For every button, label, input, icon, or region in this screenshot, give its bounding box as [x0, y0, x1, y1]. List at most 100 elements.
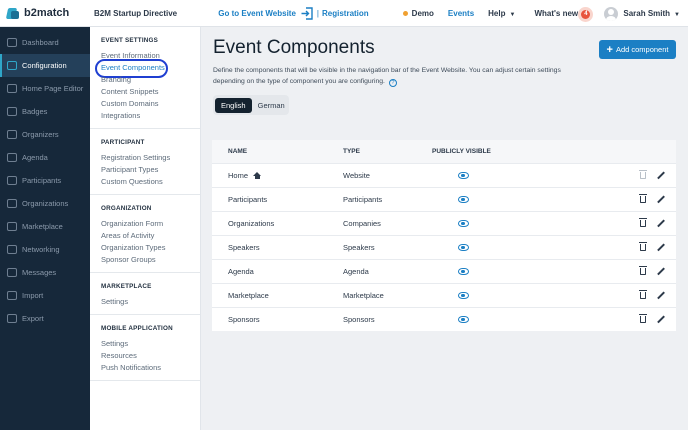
- settings-link-custom-questions[interactable]: Custom Questions: [101, 176, 200, 188]
- sidebar-item-participants[interactable]: Participants: [0, 169, 90, 192]
- component-type: Participants: [343, 195, 432, 204]
- networking-icon: [7, 245, 17, 254]
- whats-new-label: What's new: [534, 9, 578, 18]
- settings-link-areas-of-activity[interactable]: Areas of Activity: [101, 230, 200, 242]
- sidebar-item-badges[interactable]: Badges: [0, 100, 90, 123]
- pencil-icon[interactable]: [657, 196, 665, 204]
- sidebar-item-label: Marketplace: [22, 222, 63, 231]
- login-arrow-icon[interactable]: [301, 7, 314, 20]
- component-type: Sponsors: [343, 315, 432, 324]
- sidebar-item-networking[interactable]: Networking: [0, 238, 90, 261]
- component-type: Companies: [343, 219, 432, 228]
- eye-icon[interactable]: [458, 172, 469, 179]
- settings-link-marketplace-settings[interactable]: Settings: [101, 296, 200, 308]
- sidebar-item-import[interactable]: Import: [0, 284, 90, 307]
- table-row: Sponsors Sponsors: [212, 307, 676, 331]
- sidebar-item-label: Networking: [22, 245, 60, 254]
- trash-icon[interactable]: [640, 292, 646, 299]
- language-tab-german[interactable]: German: [252, 98, 291, 113]
- component-type: Website: [343, 171, 432, 180]
- settings-link-push-notifications[interactable]: Push Notifications: [101, 362, 200, 374]
- sidebar-item-home-page-editor[interactable]: Home Page Editor: [0, 77, 90, 100]
- events-link[interactable]: Events: [448, 9, 474, 18]
- help-icon[interactable]: ?: [389, 79, 397, 87]
- table-row: Participants Participants: [212, 187, 676, 211]
- settings-link-organization-form[interactable]: Organization Form: [101, 218, 200, 230]
- pencil-icon[interactable]: [657, 244, 665, 252]
- settings-link-organization-types[interactable]: Organization Types: [101, 242, 200, 254]
- sidebar-item-marketplace[interactable]: Marketplace: [0, 215, 90, 238]
- settings-link-registration-settings[interactable]: Registration Settings: [101, 152, 200, 164]
- sidebar: Dashboard Configuration Home Page Editor…: [0, 27, 90, 430]
- settings-link-resources[interactable]: Resources: [101, 350, 200, 362]
- eye-icon[interactable]: [458, 220, 469, 227]
- logo[interactable]: b2match: [0, 7, 90, 20]
- sidebar-item-messages[interactable]: Messages: [0, 261, 90, 284]
- export-icon: [7, 314, 17, 323]
- component-type: Marketplace: [343, 291, 432, 300]
- messages-icon: [7, 268, 17, 277]
- eye-icon[interactable]: [458, 292, 469, 299]
- pencil-icon[interactable]: [657, 268, 665, 276]
- go-to-event-website-link[interactable]: Go to Event Website: [218, 9, 296, 18]
- organization-section: ORGANIZATION Organization Form Areas of …: [90, 195, 200, 273]
- settings-link-mobile-settings[interactable]: Settings: [101, 338, 200, 350]
- pencil-icon[interactable]: [657, 316, 665, 324]
- table-row: Home Website: [212, 163, 676, 187]
- settings-link-event-components[interactable]: Event Components: [101, 62, 200, 74]
- page-title: Event Components: [213, 37, 375, 59]
- gear-icon: [7, 61, 17, 70]
- eye-icon[interactable]: [458, 244, 469, 251]
- organizers-icon: [7, 130, 17, 139]
- whats-new-button[interactable]: What's new 4: [534, 9, 590, 19]
- home-editor-icon: [7, 84, 17, 93]
- trash-icon[interactable]: [640, 316, 646, 323]
- sidebar-item-organizations[interactable]: Organizations: [0, 192, 90, 215]
- components-table: NAME TYPE PUBLICLY VISIBLE Home Website …: [212, 140, 676, 331]
- sidebar-item-organizers[interactable]: Organizers: [0, 123, 90, 146]
- table-row: Organizations Companies: [212, 211, 676, 235]
- sidebar-item-label: Badges: [22, 107, 47, 116]
- registration-link[interactable]: Registration: [322, 9, 369, 18]
- sidebar-item-configuration[interactable]: Configuration: [0, 54, 90, 77]
- user-menu[interactable]: Sarah Smith▼: [623, 9, 680, 18]
- sidebar-item-export[interactable]: Export: [0, 307, 90, 330]
- trash-icon[interactable]: [640, 268, 646, 275]
- eye-icon[interactable]: [458, 268, 469, 275]
- sidebar-item-dashboard[interactable]: Dashboard: [0, 31, 90, 54]
- sidebar-item-label: Configuration: [22, 61, 67, 70]
- settings-link-custom-domains[interactable]: Custom Domains: [101, 98, 200, 110]
- settings-link-branding[interactable]: Branding: [101, 74, 200, 86]
- eye-icon[interactable]: [458, 316, 469, 323]
- table-row: Speakers Speakers: [212, 235, 676, 259]
- agenda-icon: [7, 153, 17, 162]
- pencil-icon[interactable]: [657, 220, 665, 228]
- help-menu[interactable]: Help ▼: [488, 9, 515, 18]
- add-component-button[interactable]: +Add component: [599, 40, 676, 59]
- pencil-icon[interactable]: [657, 172, 665, 180]
- component-name: Sponsors: [212, 315, 343, 324]
- table-header: NAME TYPE PUBLICLY VISIBLE: [212, 140, 676, 163]
- help-label: Help: [488, 9, 505, 18]
- description-text: Define the components that will be visib…: [213, 67, 561, 85]
- badge-icon: [7, 107, 17, 116]
- trash-icon[interactable]: [640, 196, 646, 203]
- avatar[interactable]: [604, 7, 618, 21]
- sidebar-item-agenda[interactable]: Agenda: [0, 146, 90, 169]
- trash-icon[interactable]: [640, 220, 646, 227]
- trash-icon[interactable]: [640, 244, 646, 251]
- settings-link-sponsor-groups[interactable]: Sponsor Groups: [101, 254, 200, 266]
- separator: |: [317, 9, 319, 18]
- settings-link-content-snippets[interactable]: Content Snippets: [101, 86, 200, 98]
- eye-icon[interactable]: [458, 196, 469, 203]
- settings-link-integrations[interactable]: Integrations: [101, 110, 200, 122]
- event-settings-section: EVENT SETTINGS Event Information Event C…: [90, 27, 200, 129]
- settings-menu: EVENT SETTINGS Event Information Event C…: [90, 27, 201, 430]
- language-tab-english[interactable]: English: [215, 98, 252, 113]
- pencil-icon[interactable]: [657, 292, 665, 300]
- settings-link-participant-types[interactable]: Participant Types: [101, 164, 200, 176]
- chevron-down-icon: ▼: [509, 12, 515, 18]
- demo-label[interactable]: Demo: [412, 9, 434, 18]
- participant-section: PARTICIPANT Registration Settings Partic…: [90, 129, 200, 195]
- plus-icon: +: [607, 44, 613, 56]
